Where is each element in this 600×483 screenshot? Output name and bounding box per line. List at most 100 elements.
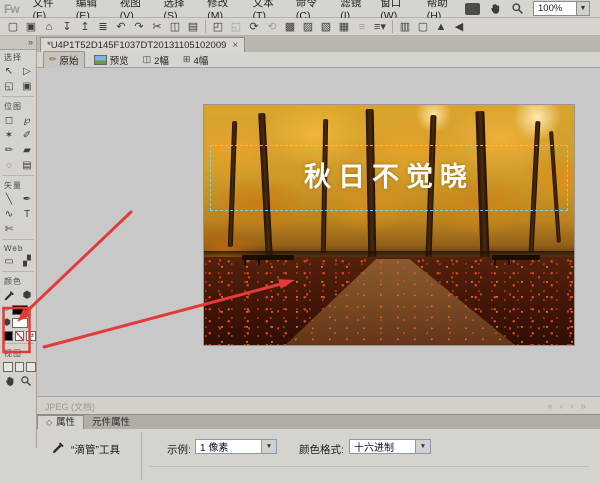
zoom-level-select[interactable]: 100% ▼ bbox=[533, 1, 590, 16]
paste-icon[interactable]: ▤ bbox=[184, 19, 202, 34]
undo-icon[interactable]: ↶ bbox=[112, 19, 130, 34]
cut-icon[interactable]: ✂ bbox=[148, 19, 166, 34]
copy-icon[interactable]: ◫ bbox=[166, 19, 184, 34]
group-icon[interactable]: ◰ bbox=[209, 19, 227, 34]
previous-page-icon[interactable]: ‹ bbox=[560, 401, 563, 412]
send-to-back-icon[interactable]: ▦ bbox=[335, 19, 353, 34]
default-colors-icon[interactable] bbox=[3, 331, 13, 341]
zoom-tool-icon[interactable] bbox=[20, 375, 32, 387]
panel-expander-icon[interactable]: ◇ bbox=[46, 417, 52, 429]
zoom-icon[interactable] bbox=[511, 2, 524, 15]
bring-forward-icon[interactable]: ▨ bbox=[299, 19, 317, 34]
tools-divider bbox=[2, 271, 34, 272]
view-4up-label: 4幅 bbox=[193, 53, 208, 67]
first-page-icon[interactable]: « bbox=[547, 401, 553, 412]
page-navigation: « ‹ › » bbox=[547, 401, 586, 412]
line-tool[interactable]: ╲ bbox=[0, 192, 18, 207]
eyedropper-property-icon bbox=[51, 441, 65, 455]
zoom-dropdown-arrow-icon[interactable]: ▼ bbox=[576, 2, 589, 15]
sample-select[interactable]: 1 像素 ▼ bbox=[195, 439, 277, 454]
crop-tool[interactable]: ▣ bbox=[18, 79, 36, 94]
pointer-tool[interactable]: ↖ bbox=[0, 64, 18, 79]
full-screen-mode-button[interactable] bbox=[26, 362, 36, 372]
tools-panel: » 选择 ↖ ▷ ◱ ▣ 位图 ◻ ℘ ✶ ✐ ✏ ▰ ◌ ▤ 矢量 ╲ ✒ ∿… bbox=[0, 36, 37, 448]
fill-color-well[interactable]: ⬢ bbox=[0, 316, 36, 329]
screen-mode-icon[interactable] bbox=[465, 3, 480, 15]
view-original-label: 原始 bbox=[60, 53, 79, 67]
sample-dropdown-arrow-icon[interactable]: ▼ bbox=[261, 440, 276, 453]
marquee-tool[interactable]: ◻ bbox=[0, 113, 18, 128]
standard-screen-mode-button[interactable] bbox=[3, 362, 13, 372]
new-document-icon[interactable]: ▢ bbox=[4, 19, 22, 34]
no-color-icon[interactable] bbox=[15, 331, 25, 341]
tools-panel-collapse[interactable]: » bbox=[0, 36, 36, 50]
pen-tool[interactable]: ✒ bbox=[18, 192, 36, 207]
rubber-stamp-tool[interactable]: ▤ bbox=[18, 158, 36, 173]
export-icon[interactable]: ↥ bbox=[76, 19, 94, 34]
view-4up-button[interactable]: ⊞ 4幅 bbox=[178, 52, 213, 68]
paint-bucket-tool[interactable]: ⬢ bbox=[18, 288, 36, 303]
fill-color-swatch[interactable] bbox=[12, 318, 28, 328]
tab-properties[interactable]: ◇ 属性 bbox=[37, 415, 84, 430]
view-preview-button[interactable]: 预览 bbox=[89, 52, 134, 68]
document-tab[interactable]: *U4P1T52D145F1037DT20131105102009 × bbox=[40, 37, 245, 52]
blur-tool[interactable]: ◌ bbox=[0, 158, 18, 173]
view-mode-bar: ✏ 原始 预览 ◫ 2幅 ⊞ 4幅 bbox=[37, 52, 600, 68]
tab-symbol-properties[interactable]: 元件属性 bbox=[84, 416, 138, 430]
align-icon[interactable]: ≡ bbox=[353, 19, 371, 34]
shape-icon[interactable]: ▲ bbox=[432, 19, 450, 34]
document-title: *U4P1T52D145F1037DT20131105102009 bbox=[47, 40, 226, 51]
freeform-tool[interactable]: ∿ bbox=[0, 207, 18, 222]
eraser-tool[interactable]: ▰ bbox=[18, 143, 36, 158]
view-2up-button[interactable]: ◫ 2幅 bbox=[138, 52, 174, 68]
canvas-image[interactable]: 秋日不觉晓 bbox=[204, 105, 574, 345]
state-icon[interactable]: ▢ bbox=[414, 19, 432, 34]
stroke-color-well[interactable]: ✏ bbox=[0, 303, 36, 316]
send-backward-icon[interactable]: ▧ bbox=[317, 19, 335, 34]
stroke-color-swatch[interactable] bbox=[12, 305, 28, 315]
tools-divider bbox=[2, 96, 34, 97]
lasso-tool[interactable]: ℘ bbox=[18, 113, 36, 128]
close-tab-icon[interactable]: × bbox=[232, 40, 238, 51]
save-icon[interactable]: ▣ bbox=[22, 19, 40, 34]
hand-tool-icon[interactable] bbox=[4, 375, 16, 387]
tools-section-vector-label: 矢量 bbox=[0, 178, 36, 192]
magic-wand-tool[interactable]: ✶ bbox=[0, 128, 18, 143]
slice-tool[interactable]: ▞ bbox=[18, 254, 36, 269]
image-bench bbox=[242, 255, 294, 260]
rotate-ccw-icon[interactable]: ⟲ bbox=[263, 19, 281, 34]
import-icon[interactable]: ↧ bbox=[58, 19, 76, 34]
knife-tool[interactable]: ✄ bbox=[0, 222, 18, 237]
rotate-cw-icon[interactable]: ⟳ bbox=[245, 19, 263, 34]
sample-select-value: 1 像素 bbox=[196, 439, 261, 454]
swap-colors-icon[interactable]: ⇄ bbox=[26, 331, 36, 341]
color-format-select[interactable]: 十六进制 ▼ bbox=[349, 439, 431, 454]
four-up-icon: ⊞ bbox=[183, 54, 191, 65]
pencil-tool[interactable]: ✏ bbox=[0, 143, 18, 158]
subselection-tool[interactable]: ▷ bbox=[18, 64, 36, 79]
full-screen-with-menus-button[interactable] bbox=[15, 362, 25, 372]
text-tool[interactable]: T bbox=[18, 207, 36, 222]
view-2up-label: 2幅 bbox=[154, 53, 169, 67]
align-menu-icon[interactable]: ≡▾ bbox=[371, 19, 389, 34]
bring-to-front-icon[interactable]: ▩ bbox=[281, 19, 299, 34]
hotspot-tool[interactable]: ▭ bbox=[0, 254, 18, 269]
arrow-left-icon[interactable]: ◀ bbox=[450, 19, 468, 34]
brush-tool[interactable]: ✐ bbox=[18, 128, 36, 143]
open-icon[interactable]: ⌂ bbox=[40, 19, 58, 34]
fireworks-logo: Fw bbox=[4, 2, 19, 16]
hand-icon[interactable] bbox=[489, 2, 502, 15]
next-page-icon[interactable]: › bbox=[570, 401, 573, 412]
scale-tool[interactable]: ◱ bbox=[0, 79, 18, 94]
view-original-button[interactable]: ✏ 原始 bbox=[43, 51, 85, 69]
page-icon[interactable]: ▥ bbox=[396, 19, 414, 34]
tab-properties-label: 属性 bbox=[56, 417, 75, 429]
last-page-icon[interactable]: » bbox=[580, 401, 586, 412]
format-dropdown-arrow-icon[interactable]: ▼ bbox=[415, 440, 430, 453]
eyedropper-tool[interactable] bbox=[0, 288, 18, 303]
redo-icon[interactable]: ↷ bbox=[130, 19, 148, 34]
canvas-area[interactable]: 秋日不觉晓 bbox=[37, 68, 600, 396]
print-icon[interactable]: ≣ bbox=[94, 19, 112, 34]
eyedropper-icon bbox=[3, 290, 15, 302]
ungroup-icon[interactable]: ◱ bbox=[227, 19, 245, 34]
